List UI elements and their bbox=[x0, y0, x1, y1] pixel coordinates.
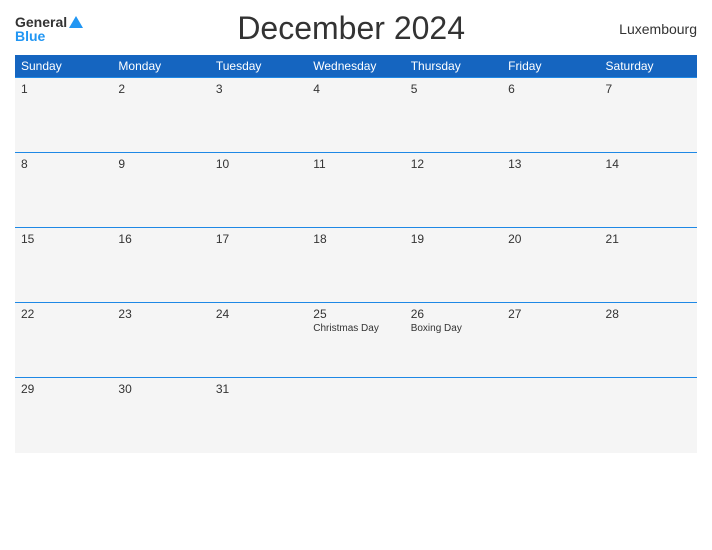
day-cell: 20 bbox=[502, 228, 599, 303]
day-cell: 1 bbox=[15, 78, 112, 153]
day-cell bbox=[307, 378, 404, 453]
day-cell: 18 bbox=[307, 228, 404, 303]
holiday-name: Boxing Day bbox=[411, 323, 496, 334]
day-cell: 3 bbox=[210, 78, 307, 153]
logo: General Blue bbox=[15, 15, 83, 43]
col-sunday: Sunday bbox=[15, 55, 112, 78]
col-tuesday: Tuesday bbox=[210, 55, 307, 78]
day-number: 3 bbox=[216, 82, 301, 96]
col-wednesday: Wednesday bbox=[307, 55, 404, 78]
holiday-name: Christmas Day bbox=[313, 323, 398, 334]
day-cell: 21 bbox=[600, 228, 697, 303]
day-cell: 26 Boxing Day bbox=[405, 303, 502, 378]
week-row-1: 1234567 bbox=[15, 78, 697, 153]
day-number: 11 bbox=[313, 157, 398, 171]
day-cell bbox=[405, 378, 502, 453]
day-cell: 23 bbox=[112, 303, 209, 378]
day-cell: 5 bbox=[405, 78, 502, 153]
day-number: 12 bbox=[411, 157, 496, 171]
day-cell: 27 bbox=[502, 303, 599, 378]
day-cell: 14 bbox=[600, 153, 697, 228]
week-row-4: 22 23 24 25 Christmas Day 26 Boxing Day 27 28 bbox=[15, 303, 697, 378]
calendar-container: General Blue December 2024 Luxembourg Su… bbox=[0, 0, 712, 550]
day-cell: 10 bbox=[210, 153, 307, 228]
day-cell: 24 bbox=[210, 303, 307, 378]
day-cell bbox=[600, 378, 697, 453]
calendar-header: General Blue December 2024 Luxembourg bbox=[15, 10, 697, 47]
day-number: 29 bbox=[21, 382, 106, 396]
day-number: 26 bbox=[411, 307, 496, 321]
month-title: December 2024 bbox=[83, 10, 619, 47]
day-number: 25 bbox=[313, 307, 398, 321]
day-cell: 12 bbox=[405, 153, 502, 228]
logo-general-text: General bbox=[15, 15, 67, 29]
logo-blue-text: Blue bbox=[15, 29, 45, 43]
day-number: 8 bbox=[21, 157, 106, 171]
col-monday: Monday bbox=[112, 55, 209, 78]
week-row-3: 15 16 17 18 19 20 21 bbox=[15, 228, 697, 303]
day-cell: 9 bbox=[112, 153, 209, 228]
day-number: 20 bbox=[508, 232, 593, 246]
day-number: 7 bbox=[606, 82, 691, 96]
col-friday: Friday bbox=[502, 55, 599, 78]
day-number: 5 bbox=[411, 82, 496, 96]
col-thursday: Thursday bbox=[405, 55, 502, 78]
day-number: 19 bbox=[411, 232, 496, 246]
day-cell: 7 bbox=[600, 78, 697, 153]
day-cell: 4 bbox=[307, 78, 404, 153]
day-cell: 28 bbox=[600, 303, 697, 378]
day-number: 31 bbox=[216, 382, 301, 396]
day-number: 13 bbox=[508, 157, 593, 171]
day-number: 14 bbox=[606, 157, 691, 171]
day-cell: 30 bbox=[112, 378, 209, 453]
day-number: 10 bbox=[216, 157, 301, 171]
day-number: 27 bbox=[508, 307, 593, 321]
calendar-table: Sunday Monday Tuesday Wednesday Thursday… bbox=[15, 55, 697, 453]
day-cell: 17 bbox=[210, 228, 307, 303]
day-number: 24 bbox=[216, 307, 301, 321]
day-number: 4 bbox=[313, 82, 398, 96]
day-cell: 15 bbox=[15, 228, 112, 303]
day-cell: 11 bbox=[307, 153, 404, 228]
day-number: 28 bbox=[606, 307, 691, 321]
col-saturday: Saturday bbox=[600, 55, 697, 78]
day-cell bbox=[502, 378, 599, 453]
day-number: 23 bbox=[118, 307, 203, 321]
day-number: 6 bbox=[508, 82, 593, 96]
day-number: 1 bbox=[21, 82, 106, 96]
day-cell: 31 bbox=[210, 378, 307, 453]
day-number: 30 bbox=[118, 382, 203, 396]
day-cell: 22 bbox=[15, 303, 112, 378]
week-row-5: 29 30 31 bbox=[15, 378, 697, 453]
day-number: 21 bbox=[606, 232, 691, 246]
day-cell: 16 bbox=[112, 228, 209, 303]
day-number: 2 bbox=[118, 82, 203, 96]
country-label: Luxembourg bbox=[619, 21, 697, 37]
weekday-header-row: Sunday Monday Tuesday Wednesday Thursday… bbox=[15, 55, 697, 78]
day-number: 9 bbox=[118, 157, 203, 171]
day-number: 18 bbox=[313, 232, 398, 246]
day-cell: 19 bbox=[405, 228, 502, 303]
logo-triangle-icon bbox=[69, 16, 83, 28]
week-row-2: 89 10 11 12 13 14 bbox=[15, 153, 697, 228]
day-cell: 25 Christmas Day bbox=[307, 303, 404, 378]
day-cell: 6 bbox=[502, 78, 599, 153]
day-cell: 29 bbox=[15, 378, 112, 453]
day-number: 22 bbox=[21, 307, 106, 321]
day-number: 15 bbox=[21, 232, 106, 246]
day-number: 17 bbox=[216, 232, 301, 246]
day-number: 16 bbox=[118, 232, 203, 246]
day-cell: 13 bbox=[502, 153, 599, 228]
day-cell: 2 bbox=[112, 78, 209, 153]
day-cell: 8 bbox=[15, 153, 112, 228]
